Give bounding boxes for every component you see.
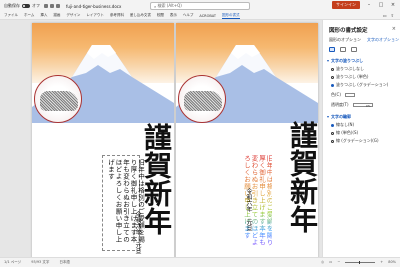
tab-file[interactable]: ファイル <box>4 13 18 18</box>
quick-access-toolbar <box>44 4 60 8</box>
radio-selected-icon <box>331 123 334 127</box>
autosave-label: 自動保存 <box>4 3 20 8</box>
fill-color-label: 色(C) <box>331 92 341 97</box>
signin-button[interactable]: サインイン <box>332 1 360 9</box>
outline-option-none[interactable]: 線なし(N) <box>323 120 400 128</box>
tab-references[interactable]: 参考資料 <box>110 13 124 18</box>
tab-view[interactable]: 表示 <box>170 13 177 18</box>
outline-option-label: 線なし(N) <box>336 122 355 127</box>
document-filename[interactable]: fuji-and-tiger-business.docx <box>66 4 121 9</box>
pane-tabs: 図形のオプション 文字のオプション <box>323 34 400 43</box>
tab-mailings[interactable]: 差し込み文書 <box>130 13 151 18</box>
tab-design[interactable]: デザイン <box>66 13 80 18</box>
word-count[interactable]: 93/93 文字 <box>31 260 49 265</box>
fill-option-none[interactable]: 塗りつぶしなし <box>323 64 400 72</box>
ribbon-right-actions: ▭ ⇪ <box>383 13 394 18</box>
focus-icon[interactable]: ◎ <box>321 260 324 264</box>
radio-icon <box>331 131 334 135</box>
autosave-control[interactable]: 自動保存 オフ <box>4 3 40 9</box>
page-left[interactable]: 謹賀新年 旧年中は格別のご愛顧を賜り厚く御礼申し上げます本年も変わらぬお引き立て… <box>32 23 174 260</box>
tiger-illustration <box>40 91 78 111</box>
fill-color-picker[interactable] <box>344 93 355 97</box>
tiger-illustration <box>184 91 222 111</box>
tab-insert[interactable]: 挿入 <box>40 13 47 18</box>
redo-icon[interactable] <box>56 4 60 8</box>
fill-option-label: 塗りつぶしなし <box>336 66 365 71</box>
tab-draw[interactable]: 描画 <box>53 13 60 18</box>
language-indicator[interactable]: 日本語 <box>59 260 70 265</box>
textbox-icon[interactable] <box>351 47 357 52</box>
title-bar: 自動保存 オフ fuji-and-tiger-business.docx ⌕ 検… <box>0 0 400 12</box>
radio-icon <box>331 67 334 71</box>
print-layout-icon[interactable]: ▭ <box>329 260 332 264</box>
text-fill-icon[interactable] <box>329 47 335 52</box>
fill-option-solid[interactable]: 塗りつぶし (単色) <box>323 72 400 80</box>
zoom-slider[interactable] <box>345 260 376 264</box>
greeting-date: 令和六年 元旦 <box>134 211 141 254</box>
tab-review[interactable]: 校閲 <box>157 13 164 18</box>
tab-home[interactable]: ホーム <box>24 13 34 18</box>
chevron-down-icon: ▾ <box>327 58 330 63</box>
save-icon[interactable] <box>44 4 48 8</box>
autosave-toggle[interactable] <box>22 4 30 8</box>
zoom-level[interactable]: 80% <box>388 260 396 264</box>
status-bar: 1/1 ページ 93/93 文字 日本語 ◎ ▭ − + 80% <box>0 257 400 267</box>
transparency-label: 透明度(T) <box>331 102 349 107</box>
section-text-fill-label: 文字の塗りつぶし <box>331 58 364 63</box>
radio-icon <box>331 139 334 143</box>
status-right: ◎ ▭ − + 80% <box>321 260 396 264</box>
tab-acrobat[interactable]: ACROBAT <box>199 14 216 18</box>
titlebar-right: サインイン – □ × <box>332 1 396 9</box>
section-text-fill[interactable]: ▾ 文字の塗りつぶし <box>323 52 400 64</box>
tab-help[interactable]: ヘルプ <box>183 13 194 18</box>
outline-option-solid[interactable]: 線 (単色)(S) <box>323 128 400 136</box>
fill-option-label: 塗りつぶし (単色) <box>336 74 369 79</box>
format-shape-pane: 図形の書式設定 × 図形のオプション 文字のオプション ▾ 文字の塗りつぶし 塗… <box>322 20 400 257</box>
transparency-input[interactable]: 0% <box>352 103 373 108</box>
greeting-title: 謹賀新年 <box>286 121 318 233</box>
pane-title: 図形の書式設定 <box>329 28 368 34</box>
comment-icon[interactable]: ▭ <box>383 13 387 18</box>
transparency-field: 透明度(T) 0% <box>323 98 400 108</box>
radio-icon <box>331 75 334 79</box>
pane-icon-tabs <box>323 43 400 52</box>
ribbon-tabs: ファイル ホーム 挿入 描画 デザイン レイアウト 参考資料 差し込み文書 校閲… <box>0 12 400 20</box>
tab-text-options[interactable]: 文字のオプション <box>367 37 399 43</box>
close-icon[interactable]: × <box>390 2 396 8</box>
tab-layout[interactable]: レイアウト <box>86 13 104 18</box>
outline-option-label: 線 (単色)(S) <box>336 130 359 135</box>
undo-icon[interactable] <box>50 4 54 8</box>
fill-option-gradient[interactable]: 塗りつぶし (グラデーション) <box>323 80 400 88</box>
autosave-state: オフ <box>32 3 40 8</box>
chevron-down-icon: ▾ <box>327 114 330 119</box>
outline-option-gradient[interactable]: 線 (グラデーション)(G) <box>323 136 400 144</box>
page-indicator[interactable]: 1/1 ページ <box>4 260 21 265</box>
radio-selected-icon <box>331 83 334 87</box>
zoom-in-icon[interactable]: + <box>380 260 383 264</box>
fill-option-label: 塗りつぶし (グラデーション) <box>336 82 389 87</box>
search-input[interactable]: ⌕ 検索 (Alt+Q) <box>150 2 250 10</box>
minimize-icon[interactable]: – <box>366 2 372 8</box>
outline-option-label: 線 (グラデーション)(G) <box>336 138 379 143</box>
zoom-out-icon[interactable]: − <box>337 260 340 264</box>
share-icon[interactable]: ⇪ <box>391 13 394 18</box>
search-placeholder: 検索 (Alt+Q) <box>157 3 182 8</box>
maximize-icon[interactable]: □ <box>378 2 384 8</box>
section-text-outline[interactable]: ▾ 文字の輪郭 <box>323 108 400 120</box>
text-effects-icon[interactable] <box>340 47 346 52</box>
section-text-outline-label: 文字の輪郭 <box>331 114 352 119</box>
tab-shape-options[interactable]: 図形のオプション <box>329 37 361 43</box>
greeting-date-right: 令和六年 元旦 <box>245 188 252 231</box>
fill-color-field: 色(C) <box>323 88 400 98</box>
tab-shape-format[interactable]: 図形の書式 <box>222 13 240 19</box>
close-icon[interactable]: × <box>392 26 396 32</box>
